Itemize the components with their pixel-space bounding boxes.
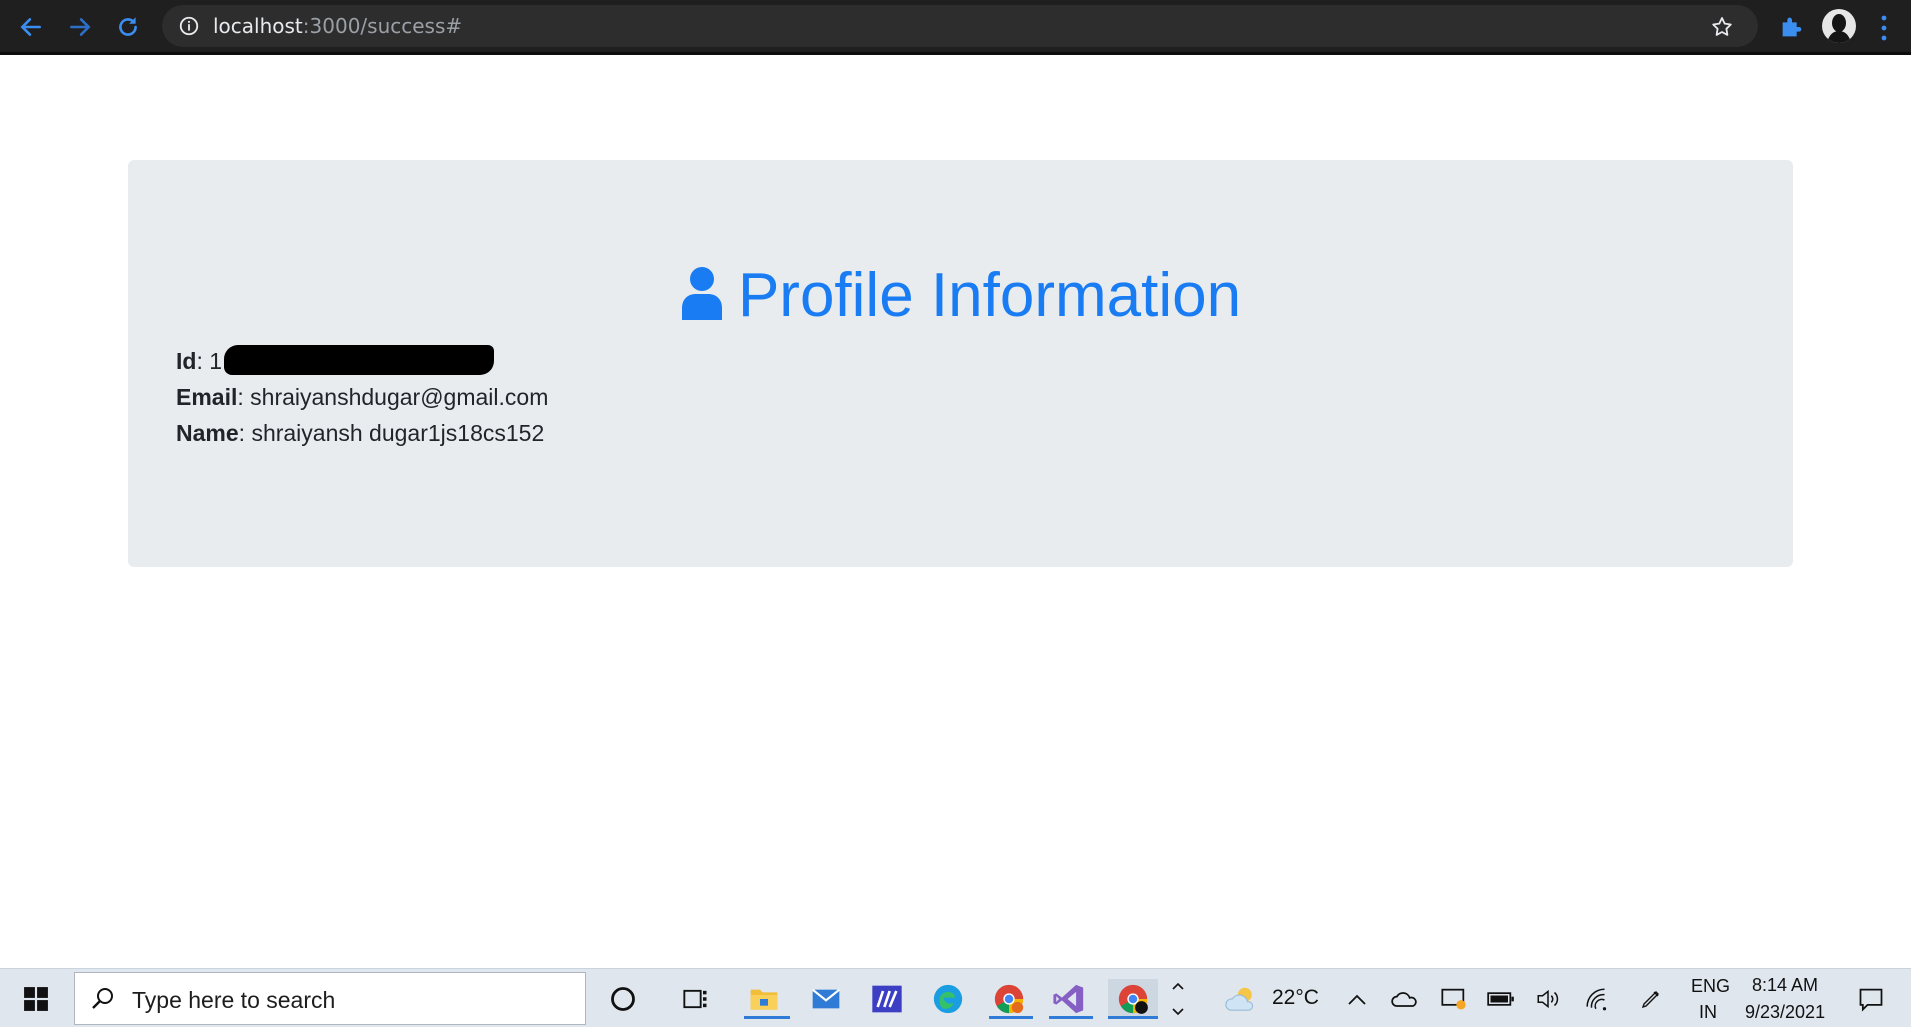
windows-taskbar: Type here to search 22°C ENG IN 8:14 AM … — [0, 968, 1911, 1027]
battery-icon — [1487, 992, 1514, 1006]
edge-button[interactable] — [928, 979, 968, 1019]
back-arrow-icon — [20, 18, 41, 36]
id-row: Id: 1 — [176, 343, 548, 379]
search-icon — [92, 988, 113, 1009]
user-icon — [681, 267, 722, 320]
visual-studio-button[interactable] — [1049, 979, 1093, 1019]
pen-icon — [1641, 991, 1659, 1009]
taskbar-scroll[interactable] — [1166, 979, 1190, 1019]
running-indicator — [744, 1016, 790, 1019]
star-icon[interactable] — [1710, 15, 1734, 39]
search-placeholder: Type here to search — [132, 987, 336, 1013]
profile-picture-icon — [1827, 14, 1851, 43]
forward-arrow-icon — [70, 18, 91, 36]
battery-tray[interactable] — [1481, 979, 1521, 1019]
wifi-icon — [1586, 988, 1607, 1011]
cortana-circle-icon — [611, 987, 635, 1011]
id-label: Id — [176, 348, 197, 374]
running-indicator — [1049, 1016, 1093, 1019]
redaction-mark — [224, 345, 495, 375]
clock-time[interactable]: 8:14 AM — [1752, 975, 1818, 996]
math-app-icon — [872, 985, 902, 1013]
page-title: Profile Information — [128, 260, 1793, 332]
action-center-button[interactable] — [1851, 979, 1891, 1019]
name-value: shraiyansh dugar1js18cs152 — [251, 420, 545, 446]
cortana-button[interactable] — [603, 979, 643, 1019]
address-bar[interactable]: localhost:3000/success# — [162, 5, 1758, 47]
email-value: shraiyanshdugar@gmail.com — [250, 384, 549, 410]
email-label: Email — [176, 384, 238, 410]
page-title-text: Profile Information — [737, 261, 1242, 330]
mail-icon — [812, 988, 840, 1009]
visual-studio-icon — [1053, 984, 1084, 1014]
reload-button[interactable] — [111, 10, 145, 44]
wifi-tray[interactable] — [1578, 979, 1618, 1019]
start-button[interactable] — [16, 979, 56, 1019]
name-row: Name: shraiyansh dugar1js18cs152 — [176, 420, 545, 446]
chevron-up-icon — [1348, 994, 1366, 1005]
task-view-icon — [683, 989, 707, 1009]
chrome-profile-1-button[interactable] — [989, 979, 1033, 1019]
chrome-icon — [994, 984, 1024, 1014]
chrome-profile-2-button[interactable] — [1108, 979, 1158, 1019]
speaker-icon — [1537, 989, 1559, 1009]
language-code[interactable]: ENG — [1691, 976, 1730, 997]
onedrive-tray[interactable] — [1385, 979, 1425, 1019]
clock-date[interactable]: 9/23/2021 — [1745, 1002, 1825, 1023]
monitor-alert-icon — [1441, 988, 1466, 1010]
puzzle-icon[interactable] — [1778, 13, 1806, 41]
pen-tray[interactable] — [1631, 979, 1671, 1019]
browser-toolbar: localhost:3000/success# — [0, 0, 1911, 55]
weather-button[interactable] — [1222, 979, 1262, 1019]
avatar[interactable] — [1822, 9, 1856, 43]
mathway-button[interactable] — [867, 979, 907, 1019]
profile-card: Profile Information Id: 1 Email: shraiya… — [128, 160, 1793, 567]
url-host: localhost — [213, 14, 303, 38]
url-path: :3000/success# — [302, 14, 463, 38]
running-indicator — [989, 1016, 1033, 1019]
back-button[interactable] — [14, 10, 48, 44]
taskbar-search[interactable]: Type here to search — [74, 972, 586, 1025]
cloud-icon — [1391, 992, 1417, 1007]
info-icon[interactable] — [178, 15, 200, 37]
chrome-icon — [1118, 984, 1148, 1014]
weather-temperature[interactable]: 22°C — [1272, 986, 1319, 1010]
weather-cloud-icon — [1225, 987, 1254, 1011]
volume-tray[interactable] — [1528, 979, 1568, 1019]
profile-fields: Id: 1 Email: shraiyanshdugar@gmail.com N… — [176, 343, 548, 451]
notification-icon — [1859, 988, 1883, 1012]
running-indicator — [1108, 1016, 1158, 1019]
file-explorer-button[interactable] — [744, 979, 790, 1019]
name-label: Name — [176, 420, 239, 446]
language-region[interactable]: IN — [1699, 1002, 1717, 1023]
chevron-up-down-icon — [1172, 982, 1184, 1016]
security-tray[interactable] — [1434, 979, 1474, 1019]
kebab-menu-icon[interactable] — [1878, 13, 1890, 43]
forward-button[interactable] — [63, 10, 97, 44]
windows-logo-icon — [24, 987, 48, 1011]
folder-icon — [750, 989, 778, 1010]
email-row: Email: shraiyanshdugar@gmail.com — [176, 384, 549, 410]
show-hidden-icons[interactable] — [1337, 979, 1377, 1019]
mail-button[interactable] — [806, 979, 846, 1019]
url-text[interactable]: localhost:3000/success# — [213, 14, 462, 38]
task-view-button[interactable] — [676, 979, 716, 1019]
reload-icon — [119, 17, 137, 36]
edge-browser-icon — [933, 984, 963, 1014]
id-value: 1 — [209, 348, 223, 374]
